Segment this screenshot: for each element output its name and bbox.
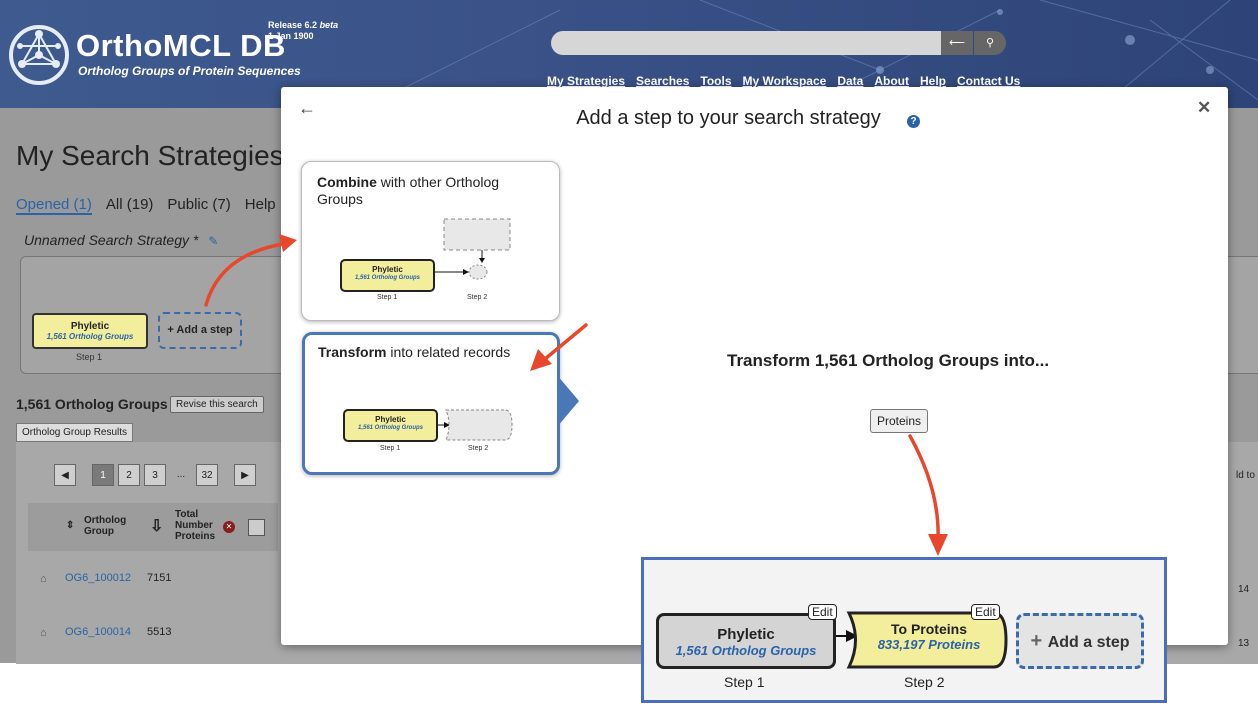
callout-step-2[interactable]: To Proteins 833,197 Proteins	[860, 621, 998, 652]
remove-column-icon[interactable]: ✕	[223, 521, 235, 533]
brand-name[interactable]: OrthoMCL DB	[76, 28, 286, 64]
page-button[interactable]: 1	[92, 464, 114, 486]
nav-searches[interactable]: Searches	[636, 74, 689, 88]
page-button[interactable]: 32	[196, 464, 218, 486]
callout-add-step-label: Add a step	[1047, 634, 1130, 651]
nav-contact-us[interactable]: Contact Us	[957, 74, 1020, 88]
row-group-link[interactable]: OG6_100014	[65, 626, 131, 638]
page-button[interactable]: 3	[144, 464, 166, 486]
mini-step-label: Step 2	[468, 445, 489, 452]
strategy-name: Unnamed Search Strategy * ✎	[24, 232, 218, 248]
main-nav: My Strategies Searches Tools My Workspac…	[547, 74, 1020, 88]
add-step-button[interactable]: + Add a step	[158, 312, 242, 349]
mini-step-label: Step 1	[380, 445, 401, 452]
basket-icon[interactable]: ⌂	[40, 573, 47, 585]
transform-diagram	[343, 409, 513, 442]
pencil-icon[interactable]: ✎	[208, 234, 218, 248]
callout-step-2-label: Step 2	[904, 674, 945, 690]
mini-step-label: Step 2	[467, 294, 488, 301]
mini-step-title: Phyletic	[372, 265, 403, 274]
results-tab[interactable]: Ortholog Group Results	[16, 423, 134, 442]
tab-all[interactable]: All (19)	[106, 196, 154, 215]
callout-add-step-button[interactable]: + Add a step	[1016, 613, 1144, 669]
nav-my-workspace[interactable]: My Workspace	[743, 74, 827, 88]
prev-page-button[interactable]: ◀	[54, 464, 76, 486]
callout-step-1[interactable]: Phyletic 1,561 Ortholog Groups	[656, 613, 836, 669]
modal-title: Add a step to your search strategy	[576, 107, 881, 129]
transform-heading: Transform 1,561 Ortholog Groups into...	[727, 351, 1050, 370]
step-title: Phyletic	[70, 321, 110, 332]
row-group-link[interactable]: OG6_100012	[65, 572, 131, 584]
site-search-input[interactable]	[551, 31, 941, 55]
combine-option-card[interactable]: Combine with other Ortholog Groups Phyle…	[301, 161, 560, 321]
tab-help[interactable]: Help	[245, 196, 276, 215]
proteins-button[interactable]: Proteins	[870, 409, 929, 433]
edit-step-2-button[interactable]: Edit	[971, 604, 1000, 620]
nav-help[interactable]: Help	[920, 74, 946, 88]
callout-step-1-label: Step 1	[724, 674, 765, 690]
row-fragment: 14	[1238, 584, 1250, 595]
release-version: Release 6.2	[268, 20, 318, 30]
revise-search-button[interactable]: Revise this search	[170, 396, 264, 413]
strategy-name-text: Unnamed Search Strategy *	[24, 232, 199, 248]
pager-spacer	[80, 464, 88, 486]
step-subtitle: 1,561 Ortholog Groups	[46, 332, 134, 341]
release-date: 1 Jan 1900	[268, 31, 314, 41]
mini-step-subtitle: 1,561 Ortholog Groups	[354, 275, 420, 281]
close-icon[interactable]: ✕	[1197, 98, 1211, 118]
page-button[interactable]: 2	[118, 464, 140, 486]
add-to-fragment[interactable]: ld to	[1236, 470, 1255, 481]
results-title: 1,561 Ortholog Groups	[16, 396, 168, 412]
column-header-total-proteins[interactable]: Total Number Proteins	[175, 509, 225, 542]
nav-about[interactable]: About	[874, 74, 909, 88]
orthomcl-logo-icon[interactable]	[8, 24, 70, 86]
strategy-tabs: Opened (1) All (19) Public (7) Help	[16, 196, 276, 215]
help-icon[interactable]: ?	[907, 115, 920, 128]
add-step-label: Add a step	[176, 324, 233, 336]
tab-public[interactable]: Public (7)	[167, 196, 230, 215]
callout-step-1-subtitle: 1,561 Ortholog Groups	[675, 643, 817, 658]
sort-icon[interactable]: ⇕	[66, 520, 74, 531]
search-icon[interactable]: ⚲	[974, 31, 1006, 55]
callout-step-2-subtitle: 833,197 Proteins	[877, 637, 981, 652]
strategy-step-1[interactable]: Phyletic 1,561 Ortholog Groups	[32, 313, 148, 349]
row-fragment: 13	[1238, 638, 1250, 649]
mini-step-title: Phyletic	[375, 415, 406, 424]
row-total: 7151	[147, 572, 172, 584]
edit-step-1-button[interactable]: Edit	[808, 604, 837, 620]
result-callout: Phyletic 1,561 Ortholog Groups Edit Step…	[641, 557, 1167, 703]
selected-card-pointer	[557, 375, 579, 427]
callout-step-2-title: To Proteins	[891, 621, 967, 637]
step-label: Step 1	[76, 352, 103, 362]
sort-desc-icon[interactable]: ⇩	[150, 516, 163, 536]
release-tag: beta	[319, 20, 339, 30]
tab-opened[interactable]: Opened (1)	[16, 196, 92, 215]
pager-ellipsis: ...	[176, 469, 186, 480]
pagination: ◀ 1 2 3 ... 32 ▶	[54, 464, 256, 486]
plus-icon: +	[1030, 630, 1048, 652]
search-clear-button[interactable]: ⟵	[941, 31, 973, 55]
combine-diagram	[340, 218, 511, 292]
brand-tagline: Ortholog Groups of Protein Sequences	[78, 64, 301, 78]
basket-icon[interactable]: ⌂	[40, 627, 47, 639]
next-page-button[interactable]: ▶	[234, 464, 256, 486]
row-total: 5513	[147, 626, 172, 638]
page-title: My Search Strategies	[16, 140, 284, 171]
pager-spacer	[222, 464, 230, 486]
mini-step-label: Step 1	[377, 294, 398, 301]
nav-data[interactable]: Data	[837, 74, 863, 88]
mini-step-subtitle: 1,561 Ortholog Groups	[357, 425, 423, 431]
column-header-ortholog-group[interactable]: Ortholog Group	[84, 515, 134, 537]
nav-tools[interactable]: Tools	[700, 74, 731, 88]
transform-option-card[interactable]: Transform into related records Phyletic …	[302, 332, 560, 475]
callout-step-1-title: Phyletic	[717, 626, 775, 643]
nav-my-strategies[interactable]: My Strategies	[547, 74, 625, 88]
chart-icon[interactable]	[248, 519, 265, 536]
release-info: Release 6.2 beta 1 Jan 1900	[268, 20, 338, 42]
